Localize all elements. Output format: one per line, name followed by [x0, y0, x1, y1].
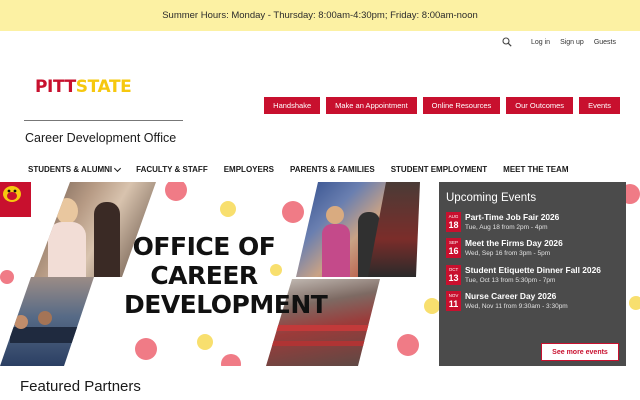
hero-headline-line: CAREER: [150, 261, 258, 290]
event-day: 13: [448, 272, 459, 283]
search-icon[interactable]: [501, 36, 513, 48]
pitt-state-logo[interactable]: PITTSTATE: [35, 77, 132, 97]
handshake-button[interactable]: Handshake: [264, 97, 321, 114]
online-resources-button[interactable]: Online Resources: [422, 97, 501, 114]
quick-links: Handshake Make an Appointment Online Res…: [264, 97, 620, 114]
event-title[interactable]: Meet the Firms Day 2026: [465, 238, 563, 249]
event-day: 16: [448, 245, 459, 256]
nav-label: MEET THE TEAM: [503, 165, 569, 174]
title-divider: [24, 120, 183, 121]
nav-label: FACULTY & STAFF: [136, 165, 208, 174]
nav-label: STUDENTS & ALUMNI: [28, 165, 113, 174]
event-item[interactable]: AUG 18 Part-Time Job Fair 2026 Tue, Aug …: [446, 212, 559, 232]
event-day: 18: [448, 219, 459, 230]
hours-banner-text: Summer Hours: Monday - Thursday: 8:00am-…: [162, 10, 478, 21]
main-nav: STUDENTS & ALUMNI FACULTY & STAFF EMPLOY…: [28, 164, 569, 174]
event-date-badge: AUG 18: [446, 212, 461, 232]
event-item[interactable]: OCT 13 Student Etiquette Dinner Fall 202…: [446, 265, 601, 285]
nav-employers[interactable]: EMPLOYERS: [224, 165, 274, 174]
nav-student-employment[interactable]: STUDENT EMPLOYMENT: [391, 165, 487, 174]
event-date-badge: SEP 16: [446, 238, 461, 258]
our-outcomes-button[interactable]: Our Outcomes: [506, 97, 574, 114]
hero-headline: OFFICE OF CAREER DEVELOPMENT: [124, 232, 328, 319]
make-appointment-button[interactable]: Make an Appointment: [326, 97, 417, 114]
utility-bar: Log in Sign up Guests: [501, 35, 616, 49]
page: Summer Hours: Monday - Thursday: 8:00am-…: [0, 0, 640, 400]
gorilla-mascot-icon: [0, 182, 31, 217]
event-title[interactable]: Nurse Career Day 2026: [465, 291, 568, 302]
see-more-events-button[interactable]: See more events: [541, 343, 619, 361]
events-heading: Upcoming Events: [446, 192, 537, 204]
hero-headline-line: DEVELOPMENT: [124, 290, 328, 319]
logo-state: STATE: [75, 77, 132, 97]
event-time: Tue, Aug 18 from 2pm - 4pm: [465, 224, 548, 231]
nav-parents-families[interactable]: PARENTS & FAMILIES: [290, 165, 375, 174]
event-title[interactable]: Part-Time Job Fair 2026: [465, 212, 559, 223]
logo-pitt: PITT: [35, 77, 76, 97]
guests-link[interactable]: Guests: [594, 39, 616, 46]
hero-headline-line: OFFICE OF: [132, 232, 276, 261]
featured-partners-heading: Featured Partners: [20, 378, 141, 395]
event-item[interactable]: SEP 16 Meet the Firms Day 2026 Wed, Sep …: [446, 238, 563, 258]
hours-banner: Summer Hours: Monday - Thursday: 8:00am-…: [0, 0, 640, 31]
events-button[interactable]: Events: [579, 97, 620, 114]
nav-label: EMPLOYERS: [223, 165, 274, 174]
event-time: Wed, Sep 16 from 3pm - 5pm: [465, 250, 551, 257]
site-title[interactable]: Career Development Office: [25, 131, 176, 145]
event-date-badge: OCT 13: [446, 265, 461, 285]
chevron-down-icon: [114, 164, 122, 172]
nav-meet-the-team[interactable]: MEET THE TEAM: [503, 165, 568, 174]
signup-link[interactable]: Sign up: [560, 39, 584, 46]
nav-faculty-staff[interactable]: FACULTY & STAFF: [136, 165, 208, 174]
event-day: 11: [448, 298, 459, 309]
event-time: Wed, Nov 11 from 9:30am - 3:30pm: [465, 303, 568, 310]
nav-students-alumni[interactable]: STUDENTS & ALUMNI: [28, 164, 122, 174]
login-link[interactable]: Log in: [531, 39, 550, 46]
nav-label: STUDENT EMPLOYMENT: [390, 165, 488, 174]
event-date-badge: NOV 11: [446, 291, 461, 311]
event-title[interactable]: Student Etiquette Dinner Fall 2026: [465, 265, 601, 276]
nav-label: PARENTS & FAMILIES: [289, 165, 375, 174]
event-item[interactable]: NOV 11 Nurse Career Day 2026 Wed, Nov 11…: [446, 291, 568, 311]
event-time: Tue, Oct 13 from 5:30pm - 7pm: [465, 277, 556, 284]
upcoming-events-panel: Upcoming Events AUG 18 Part-Time Job Fai…: [439, 182, 626, 366]
